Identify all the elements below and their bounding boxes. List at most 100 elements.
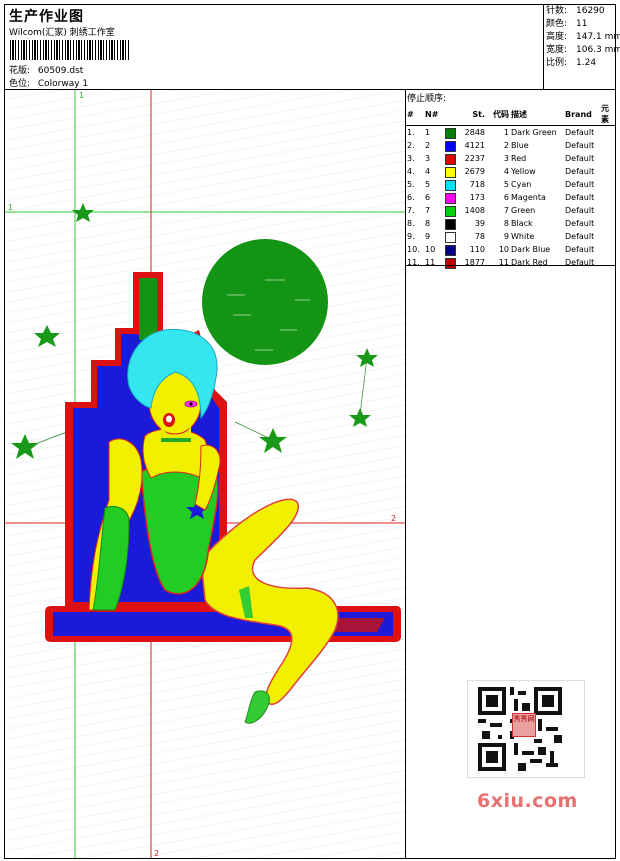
figure-pupil — [189, 402, 193, 406]
table-row[interactable]: 6. 6 173 6 Magenta Default — [406, 191, 615, 204]
cell-description: Green — [511, 206, 536, 215]
color-swatch — [445, 206, 456, 217]
cell-stitches: 1408 — [444, 204, 486, 217]
cell-code: 9 — [503, 232, 509, 241]
color-swatch — [445, 167, 456, 178]
guide-label-2-bottom: 2 — [154, 849, 159, 858]
site-watermark: 6xiu.com — [477, 790, 578, 812]
cell-needle: 6 — [425, 193, 431, 202]
stop-sequence-title: 停止顺序: — [407, 94, 447, 104]
stat-stitches: 针数: 16290 — [546, 6, 605, 16]
cell-element — [600, 152, 615, 165]
cell-element — [600, 243, 615, 256]
col-brand: Brand — [564, 103, 600, 126]
studio-name: Wilcom(汇家) 刺绣工作室 — [9, 28, 115, 38]
cell-element — [600, 217, 615, 230]
col-needle: N# — [424, 103, 444, 126]
cell-element — [600, 178, 615, 191]
qr-code-watermark: 秀秀网 — [467, 680, 585, 778]
color-swatch — [445, 180, 456, 191]
cell-code: 4 — [503, 167, 509, 176]
cell-description: Dark Red — [511, 258, 548, 267]
cell-stitches: 173 — [444, 191, 486, 204]
stat-height: 高度: 147.1 mm — [546, 32, 620, 42]
cell-needle: 11 — [425, 258, 436, 267]
cell-element — [600, 204, 615, 217]
cell-index: 1. — [407, 128, 415, 137]
cell-element — [600, 230, 615, 243]
cell-code: 11 — [498, 258, 509, 267]
cell-brand: Default — [565, 167, 595, 176]
cell-index: 6. — [407, 193, 415, 202]
table-row[interactable]: 2. 2 4121 2 Blue Default — [406, 139, 615, 152]
table-row[interactable]: 9. 9 78 9 White Default — [406, 230, 615, 243]
design-preview[interactable]: 1 1 2 2 — [5, 90, 406, 858]
cell-stitches: 110 — [444, 243, 486, 256]
design-stats: 针数: 16290 颜色: 11 高度: 147.1 mm 宽度: 106.3 mm 比… — [543, 5, 620, 89]
cell-brand: Default — [565, 128, 595, 137]
cell-stitches: 2848 — [444, 126, 486, 139]
cell-code: 7 — [503, 206, 509, 215]
cell-index: 11. — [407, 258, 420, 267]
qr-stamp: 秀秀网 — [512, 713, 536, 737]
stat-width: 宽度: 106.3 mm — [546, 45, 620, 55]
table-row[interactable]: 10. 10 110 10 Dark Blue Default — [406, 243, 615, 256]
figure-chest — [142, 428, 209, 479]
cell-stitches: 78 — [444, 230, 486, 243]
cell-element — [600, 139, 615, 152]
cell-element — [600, 126, 615, 140]
embroidery-canvas: 1 1 2 2 — [5, 90, 405, 858]
color-swatch — [445, 245, 456, 256]
star-center — [259, 428, 287, 453]
cell-description: Yellow — [511, 167, 536, 176]
shoe-right — [244, 690, 270, 724]
cell-description: Red — [511, 154, 527, 163]
cell-index: 9. — [407, 232, 415, 241]
col-description: 描述 — [510, 103, 564, 126]
table-row[interactable]: 4. 4 2679 4 Yellow Default — [406, 165, 615, 178]
color-swatch — [445, 154, 456, 165]
cell-description: Cyan — [511, 180, 532, 189]
cell-needle: 9 — [425, 232, 431, 241]
cell-brand: Default — [565, 258, 595, 267]
pattern-line: 花版: 60509.dst — [9, 63, 83, 76]
cell-needle: 3 — [425, 154, 431, 163]
cell-code: 6 — [503, 193, 509, 202]
cell-stitches: 39 — [444, 217, 486, 230]
stat-colors: 颜色: 11 — [546, 19, 588, 29]
cell-brand: Default — [565, 154, 595, 163]
barcode — [10, 40, 130, 60]
guide-label-2-right: 2 — [391, 514, 396, 523]
table-row[interactable]: 1. 1 2848 1 Dark Green Default — [406, 126, 615, 140]
guide-label-1-left: 1 — [8, 203, 13, 212]
cell-brand: Default — [565, 141, 595, 150]
cell-code: 3 — [503, 154, 509, 163]
table-row[interactable]: 5. 5 718 5 Cyan Default — [406, 178, 615, 191]
table-row[interactable]: 11. 11 1877 11 Dark Red Default — [406, 256, 615, 269]
sheet-header: 生产作业图 Wilcom(汇家) 刺绣工作室 花版: 60509.dst 色位:… — [5, 5, 620, 90]
col-stitches: St. — [444, 103, 486, 126]
table-row[interactable]: 8. 8 39 8 Black Default — [406, 217, 615, 230]
cell-needle: 1 — [425, 128, 431, 137]
table-header-row: # N# St. 代码 描述 Brand 元素 — [406, 103, 615, 126]
cell-stitches: 718 — [444, 178, 486, 191]
cell-stitches: 1877 — [444, 256, 486, 269]
cell-brand: Default — [565, 180, 595, 189]
cell-element — [600, 191, 615, 204]
cell-needle: 8 — [425, 219, 431, 228]
pattern-value: 60509.dst — [37, 66, 84, 76]
cell-index: 10. — [407, 245, 420, 254]
colorway-value: Colorway 1 — [37, 79, 89, 89]
guide-label-1-top: 1 — [79, 91, 84, 100]
cell-code: 10 — [498, 245, 509, 254]
star-right-upper — [356, 348, 378, 367]
pattern-label: 花版: — [9, 66, 31, 76]
cell-brand: Default — [565, 206, 595, 215]
table-row[interactable]: 3. 3 2237 3 Red Default — [406, 152, 615, 165]
table-row[interactable]: 7. 7 1408 7 Green Default — [406, 204, 615, 217]
cell-description: Magenta — [511, 193, 546, 202]
cell-needle: 10 — [425, 245, 436, 254]
color-swatch — [445, 219, 456, 230]
cell-needle: 7 — [425, 206, 431, 215]
star-left-lower — [11, 434, 39, 459]
